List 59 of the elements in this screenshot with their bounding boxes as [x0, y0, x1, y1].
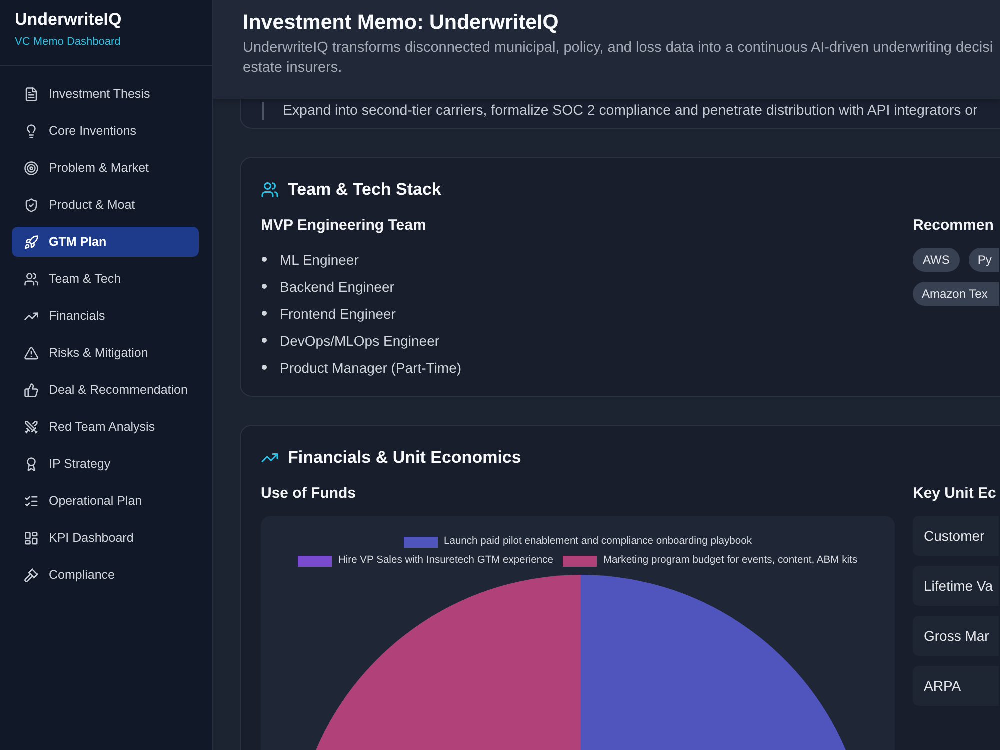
nav-item[interactable]: Core Inventions — [12, 116, 199, 146]
team-role: ML Engineer — [280, 250, 359, 268]
brand-title: UnderwriteIQ — [15, 9, 123, 31]
nav-item[interactable]: Investment Thesis — [12, 79, 199, 109]
section-title: Team & Tech Stack — [288, 179, 442, 201]
team-role: Frontend Engineer — [280, 304, 396, 322]
team-role: Product Manager (Part-Time) — [280, 358, 462, 376]
dashboard-icon — [24, 530, 39, 546]
bullet-icon — [262, 284, 267, 289]
target-icon — [24, 160, 39, 176]
subsection-heading: Recommen — [913, 216, 995, 236]
subsection-heading: Use of Funds — [261, 484, 358, 504]
page-title: Investment Memo: UnderwriteIQ — [243, 11, 560, 35]
nav-item[interactable]: IP Strategy — [12, 449, 199, 479]
nav-item[interactable]: GTM Plan — [12, 227, 199, 257]
subsection-heading: MVP Engineering Team — [261, 216, 428, 236]
bullet-icon — [262, 311, 267, 316]
team-role: DevOps/MLOps Engineer — [280, 332, 440, 350]
swords-icon — [24, 420, 39, 434]
legend-label: Marketing program budget for events, content, ABM kits — [603, 554, 858, 568]
nav-item[interactable]: Deal & Recommendation — [12, 375, 199, 405]
warning-icon — [24, 346, 39, 360]
legend-label: Launch paid pilot enablement and compliance onboarding playbook — [444, 535, 752, 549]
tech-tag: AWS — [913, 248, 960, 272]
metric-card: Lifetime Va — [913, 566, 999, 606]
thumbs-up-icon — [24, 382, 39, 398]
metric-card: Customer — [913, 516, 999, 556]
bullet-icon — [262, 365, 267, 370]
bullet-icon — [262, 338, 267, 343]
nav-item[interactable]: Risks & Mitigation — [12, 338, 199, 368]
people-icon — [261, 181, 279, 199]
rocket-icon — [24, 234, 39, 250]
award-icon — [24, 456, 39, 472]
tech-tag: Py — [968, 248, 999, 272]
team-role: Backend Engineer — [280, 278, 394, 296]
brand-tagline: VC Memo Dashboard — [15, 35, 122, 50]
gavel-icon — [24, 568, 39, 582]
metric-card: ARPA — [913, 666, 999, 706]
lightbulb-icon — [24, 124, 39, 138]
milestone-text: Expand into second-tier carriers, formalize SOC 2 compliance and penetrate distribution with API integrators or — [262, 102, 1000, 120]
section-title: Financials & Unit Economics — [288, 447, 522, 469]
nav-item[interactable]: Red Team Analysis — [12, 412, 199, 442]
nav-item[interactable]: Product & Moat — [12, 190, 199, 220]
metric-card: Gross Mar — [913, 616, 999, 656]
document-icon — [24, 86, 39, 102]
people-icon — [24, 272, 39, 286]
checklist-icon — [24, 494, 39, 508]
nav-item[interactable]: Financials — [12, 301, 199, 331]
nav-item[interactable]: Compliance — [12, 560, 199, 590]
page-description: UnderwriteIQ transforms disconnected municipal, policy, and loss data into a continuous AI-driven underwriting decisi estate insurers. — [243, 39, 994, 78]
tech-tag: Amazon Tex — [913, 282, 999, 306]
nav-item[interactable]: Operational Plan — [12, 486, 199, 516]
shield-check-icon — [24, 198, 39, 212]
nav-item[interactable]: Team & Tech — [12, 264, 199, 294]
nav-item[interactable]: KPI Dashboard — [12, 523, 199, 553]
subsection-heading: Key Unit Ec — [913, 484, 998, 504]
nav-item[interactable]: Problem & Market — [12, 153, 199, 183]
legend-label: Hire VP Sales with Insuretech GTM experience — [338, 554, 554, 568]
bullet-icon — [262, 257, 267, 262]
